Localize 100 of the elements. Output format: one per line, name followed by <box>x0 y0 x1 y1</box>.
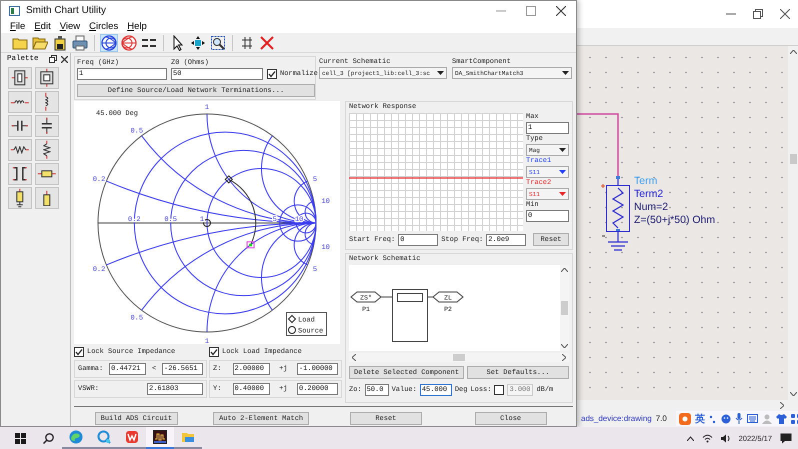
smith-chart-icon <box>121 34 137 50</box>
shunt-capacitor-icon <box>41 117 53 135</box>
wire <box>380 296 434 298</box>
series-inductor-icon <box>10 100 30 104</box>
palette-button[interactable] <box>35 67 59 89</box>
notification-icon[interactable] <box>780 432 792 444</box>
shunt-stub-icon <box>16 188 24 208</box>
legend-background <box>286 312 327 336</box>
smith-chart-tool-button[interactable] <box>120 34 138 52</box>
search-icon <box>42 432 54 444</box>
microphone-icon[interactable] <box>735 413 743 424</box>
caret-icon <box>559 148 566 152</box>
keyboard-icon[interactable] <box>747 414 758 423</box>
palette-button[interactable] <box>35 115 59 137</box>
menu-item[interactable]: Help <box>127 21 147 32</box>
taskbar-app-button[interactable] <box>146 427 174 449</box>
move-tool-button[interactable] <box>189 34 207 52</box>
scrollbar-thumb[interactable] <box>790 154 796 164</box>
ime-logo-icon[interactable] <box>679 412 691 424</box>
app-window-icon <box>9 6 20 16</box>
menu-item[interactable]: View <box>60 21 80 32</box>
palette-button[interactable] <box>8 139 32 161</box>
waveform-app-icon <box>153 430 167 444</box>
network-block-drawing <box>392 289 428 342</box>
diamond-icon <box>288 314 296 324</box>
checkbox[interactable] <box>209 347 219 357</box>
shunt-element-icon <box>40 68 54 88</box>
scrollbar-thumb[interactable] <box>561 301 568 315</box>
grid-icon <box>239 34 255 50</box>
vertical-scrollbar[interactable] <box>560 265 569 351</box>
window-title: Smith Chart Utility <box>26 5 106 16</box>
component-label: Term <box>634 175 658 188</box>
palette-button[interactable] <box>8 67 32 89</box>
menu-item[interactable]: Circles <box>89 21 118 32</box>
checkbox[interactable] <box>267 68 277 78</box>
component-label: Z=(50+j*50) Ohm <box>634 214 716 227</box>
source-marker-icon <box>203 219 211 227</box>
vertical-scrollbar[interactable] <box>788 46 798 400</box>
series-resistor-icon <box>10 146 30 154</box>
square-app-icon <box>125 430 139 444</box>
input-language-toggle[interactable]: 英 <box>695 412 705 426</box>
save-icon <box>52 34 68 50</box>
chevron-up-icon[interactable] <box>686 436 694 440</box>
zoom-icon <box>210 34 226 50</box>
scrollbar-thumb[interactable] <box>453 354 465 361</box>
open-folder-icon <box>32 34 48 50</box>
speaker-icon[interactable] <box>720 434 731 442</box>
menu-item[interactable]: Edit <box>34 21 51 32</box>
load-marker-icon <box>224 175 233 184</box>
palette-button[interactable] <box>35 187 59 209</box>
float-icon[interactable] <box>49 55 57 63</box>
wifi-icon[interactable] <box>702 434 713 442</box>
close-icon[interactable] <box>556 6 566 16</box>
checkbox[interactable] <box>74 347 84 357</box>
caret-icon <box>559 170 566 174</box>
folder-icon <box>181 430 195 444</box>
smith-chart-icon <box>101 34 117 50</box>
horizontal-scrollbar[interactable] <box>349 353 569 362</box>
component-label: Num=2 <box>634 201 670 214</box>
coupled-lines-icon <box>12 167 28 181</box>
status-text: 7.0 <box>656 414 667 423</box>
restore-icon[interactable] <box>753 9 763 19</box>
palette-button[interactable] <box>35 139 59 161</box>
round-app-icon <box>69 430 83 444</box>
delete-icon <box>259 34 275 50</box>
move-icon <box>190 34 206 50</box>
status-text: ads_device:drawing <box>581 414 652 423</box>
punctuation-icon[interactable] <box>709 414 717 424</box>
impedance-path-arc <box>228 178 256 246</box>
series-element-icon <box>11 70 29 86</box>
shunt-resistor-icon <box>43 140 51 160</box>
smith-chart-tool-button[interactable] <box>100 34 118 52</box>
palette-button[interactable] <box>35 163 59 185</box>
close-icon[interactable] <box>780 9 790 19</box>
palette-button[interactable] <box>35 91 59 113</box>
palette-button[interactable] <box>8 163 32 185</box>
printer-icon <box>72 34 88 50</box>
caret-icon <box>437 71 444 75</box>
caret-icon <box>559 192 566 196</box>
maximize-icon[interactable] <box>526 6 536 16</box>
windows-logo-icon <box>14 432 26 444</box>
palette-button[interactable] <box>8 91 32 113</box>
point-marker-icon <box>246 241 255 248</box>
component-label: Term2 <box>634 188 664 201</box>
series-line-icon <box>37 170 57 178</box>
emoji-icon[interactable] <box>721 414 731 424</box>
close-icon[interactable] <box>61 56 68 62</box>
palette-button[interactable] <box>8 115 32 137</box>
delete-tool-button[interactable] <box>258 34 276 52</box>
palette-button[interactable] <box>8 187 32 209</box>
shirt-icon[interactable] <box>776 414 787 424</box>
chat-bubble-icon <box>97 430 111 444</box>
apps-grid-icon[interactable] <box>791 414 798 424</box>
menu-item[interactable]: File <box>10 21 26 32</box>
shunt-inductor-icon <box>45 92 49 112</box>
caret-icon <box>562 71 569 75</box>
series-capacitor-icon <box>11 120 29 132</box>
circle-icon <box>288 326 296 334</box>
printer-tool-button[interactable] <box>71 34 89 52</box>
zoom-tool-button[interactable] <box>209 34 227 52</box>
